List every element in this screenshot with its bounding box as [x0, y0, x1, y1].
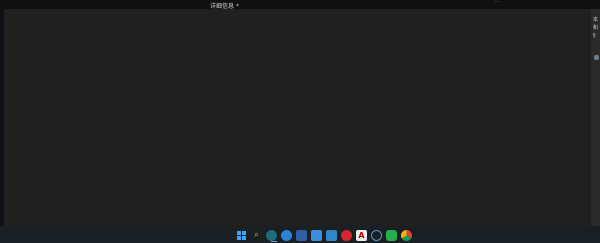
windows-start-icon[interactable] [236, 230, 247, 241]
netease-music-icon[interactable] [341, 229, 352, 241]
media-icon[interactable] [326, 229, 337, 241]
search-round-icon[interactable] [371, 229, 382, 241]
adobe-icon[interactable]: A [356, 229, 367, 241]
right-panel-line3: § [593, 33, 596, 39]
right-panel-badge [594, 55, 599, 60]
mail-icon[interactable] [296, 229, 307, 241]
taskbar-icons: ⌕ A [236, 228, 412, 242]
browser-icon[interactable] [266, 229, 277, 241]
search-icon[interactable]: ⌕ [251, 230, 262, 241]
active-app-indicator [271, 241, 277, 242]
desktop-screen: 详细信息 * ... 本 和 § ⌕ A [0, 0, 600, 243]
right-panel [591, 9, 600, 226]
right-panel-line2: 和 [593, 25, 599, 31]
main-content-panel [4, 9, 591, 226]
photos-icon[interactable] [311, 229, 322, 241]
right-panel-line1: 本 [593, 17, 599, 23]
chrome-icon[interactable] [401, 229, 412, 241]
top-right-info: ... [495, 0, 500, 4]
app-circle-icon[interactable] [281, 229, 292, 241]
wechat-icon[interactable] [386, 229, 397, 241]
